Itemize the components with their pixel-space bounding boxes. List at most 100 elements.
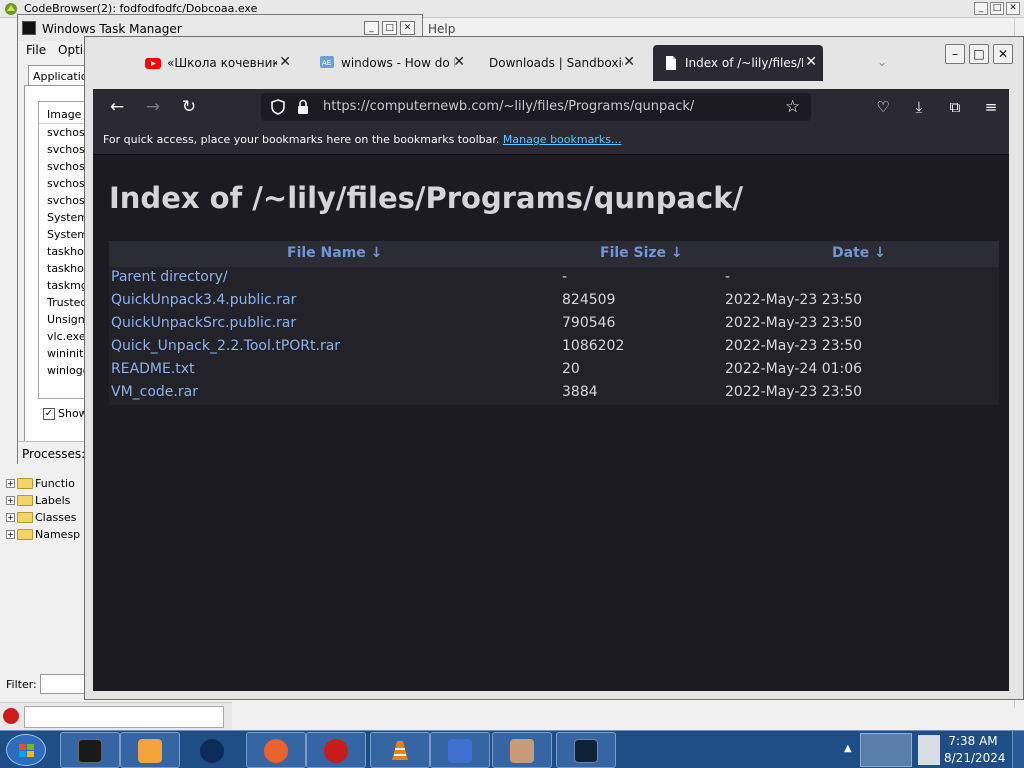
close-icon[interactable]: ✕ (1006, 2, 1020, 15)
minimize-icon[interactable]: – (945, 44, 965, 64)
tab-youtube[interactable]: «Школа кочевников» ✕ (137, 45, 297, 81)
file-link[interactable]: README.txt (111, 361, 195, 377)
tree-item-classes[interactable]: + Classes (6, 509, 76, 525)
show-desktop-button[interactable] (1012, 731, 1024, 768)
tab-label: Downloads | Sandboxie-P (489, 56, 623, 70)
file-link[interactable]: Quick_Unpack_2.2.Tool.tPORt.rar (111, 338, 340, 354)
menu-file[interactable]: File (26, 43, 46, 57)
file-date: 2022-May-23 23:50 (725, 292, 863, 308)
table-row: Quick_Unpack_2.2.Tool.tPORt.rar 1086202 … (109, 336, 999, 359)
url-text[interactable]: https://computernewb.com/~lily/files/Pro… (323, 99, 694, 114)
close-tab-icon[interactable]: ✕ (623, 54, 635, 70)
expand-icon[interactable]: + (6, 495, 15, 505)
extensions-icon[interactable]: ⧉ (945, 97, 965, 117)
network-tray-icon[interactable] (860, 733, 912, 767)
expand-icon[interactable]: + (6, 512, 15, 522)
tree-item-namespaces[interactable]: + Namesp (6, 526, 80, 542)
manage-bookmarks-link[interactable]: Manage bookmarks... (503, 133, 622, 146)
menu-hamburger-icon[interactable]: ≡ (981, 97, 1001, 117)
file-date: 2022-May-23 23:50 (725, 315, 863, 331)
user-photo-icon (510, 739, 534, 763)
pocket-icon[interactable]: ♡ (873, 97, 893, 117)
close-icon[interactable]: ✕ (993, 44, 1013, 64)
tab-strip: «Школа кочевников» ✕ AE windows - How do… (85, 37, 1023, 89)
tab-askubuntu[interactable]: AE windows - How do I u ✕ (311, 45, 471, 81)
clock-date[interactable]: 8/21/2024 (944, 751, 1006, 765)
table-row: Parent directory/ - - (109, 267, 999, 290)
start-button[interactable] (6, 734, 46, 766)
file-link[interactable]: Parent directory/ (111, 269, 228, 285)
taskbar-vlc[interactable] (370, 732, 430, 768)
monitor-app-icon (574, 739, 598, 763)
column-header-date[interactable]: Date ↓ (832, 245, 886, 261)
show-hidden-icons-icon[interactable]: ▲ (844, 743, 852, 754)
column-header-file-name[interactable]: File Name ↓ (287, 245, 382, 261)
taskbar-firefox[interactable] (246, 732, 306, 768)
lock-icon[interactable] (297, 99, 309, 115)
forward-icon[interactable]: → (143, 97, 163, 117)
file-size: 1086202 (562, 338, 625, 354)
svg-text:AE: AE (322, 59, 331, 67)
filter-input[interactable] (40, 674, 86, 694)
close-icon[interactable]: ✕ (400, 21, 415, 35)
taskbar-monitor-app[interactable] (556, 732, 616, 768)
tab-label: «Школа кочевников» (167, 56, 277, 70)
tab-index-of-qunpack[interactable]: Index of /~lily/files/Pr ✕ (653, 45, 823, 81)
youtube-icon (145, 58, 161, 69)
maximize-icon[interactable]: □ (382, 21, 397, 35)
volume-tray-icon[interactable] (918, 735, 940, 765)
table-header: File Name ↓ File Size ↓ Date ↓ (109, 241, 999, 267)
file-link[interactable]: QuickUnpack3.4.public.rar (111, 292, 296, 308)
navigation-toolbar: ← → ↻ https://computernewb.com/~lily/fil… (93, 89, 1009, 125)
windows-logo-icon (19, 744, 34, 757)
table-row: QuickUnpackSrc.public.rar 790546 2022-Ma… (109, 313, 999, 336)
table-row: QuickUnpack3.4.public.rar 824509 2022-Ma… (109, 290, 999, 313)
reload-icon[interactable]: ↻ (179, 97, 199, 117)
close-tab-icon[interactable]: ✕ (805, 54, 817, 70)
taskbar-codebrowser[interactable] (306, 732, 366, 768)
expand-icon[interactable]: + (6, 529, 15, 539)
back-icon[interactable]: ← (107, 97, 127, 117)
tree-item-labels[interactable]: + Labels (6, 492, 70, 508)
clock-time[interactable]: 7:38 AM (946, 734, 1000, 748)
file-date: 2022-May-23 23:50 (725, 384, 863, 400)
globe-app-icon (200, 739, 224, 763)
file-link[interactable]: VM_code.rar (111, 384, 198, 400)
taskbar-archive-tool[interactable] (430, 732, 490, 768)
tree-item-functions[interactable]: + Functio (6, 475, 75, 491)
show-all-processes-checkbox[interactable]: ✓ Show (43, 407, 88, 420)
downloads-icon[interactable]: ⤓ (909, 97, 929, 117)
taskbar-globe-app[interactable] (182, 732, 242, 768)
maximize-icon[interactable]: □ (969, 44, 989, 64)
file-size: - (562, 269, 568, 285)
bookmark-star-icon[interactable]: ☆ (785, 97, 800, 117)
file-date: 2022-May-23 23:50 (725, 338, 863, 354)
expand-icon[interactable]: + (6, 478, 15, 488)
table-row: VM_code.rar 3884 2022-May-23 23:50 (109, 382, 999, 405)
minimize-icon[interactable]: _ (974, 2, 988, 15)
bookmarks-hint: For quick access, place your bookmarks h… (103, 133, 500, 146)
file-date: - (725, 269, 731, 285)
file-size: 20 (562, 361, 580, 377)
checkbox-checked-icon[interactable]: ✓ (43, 407, 55, 420)
taskbar-media-player[interactable] (120, 732, 180, 768)
close-tab-icon[interactable]: ✕ (279, 54, 291, 70)
page-icon (666, 56, 676, 70)
help-menu[interactable]: Help (428, 22, 455, 36)
file-link[interactable]: QuickUnpackSrc.public.rar (111, 315, 296, 331)
minimize-icon[interactable]: _ (364, 21, 379, 35)
askubuntu-icon: AE (320, 56, 334, 68)
list-all-tabs-icon[interactable]: ⌄ (877, 55, 887, 69)
url-bar[interactable]: https://computernewb.com/~lily/files/Pro… (261, 93, 811, 121)
shield-icon[interactable] (271, 99, 285, 115)
tree-item-label: Classes (35, 510, 77, 524)
taskbar-terminal-app[interactable] (60, 732, 120, 768)
tab-sandboxie-downloads[interactable]: Downloads | Sandboxie-P ✕ (481, 45, 641, 81)
terminal-app-icon (78, 739, 102, 763)
column-header-file-size[interactable]: File Size ↓ (600, 245, 683, 261)
taskbar-user-photo[interactable] (492, 732, 552, 768)
maximize-icon[interactable]: □ (990, 2, 1004, 15)
dragon-app-icon (5, 3, 17, 15)
table-row: README.txt 20 2022-May-24 01:06 (109, 359, 999, 382)
close-tab-icon[interactable]: ✕ (453, 54, 465, 70)
